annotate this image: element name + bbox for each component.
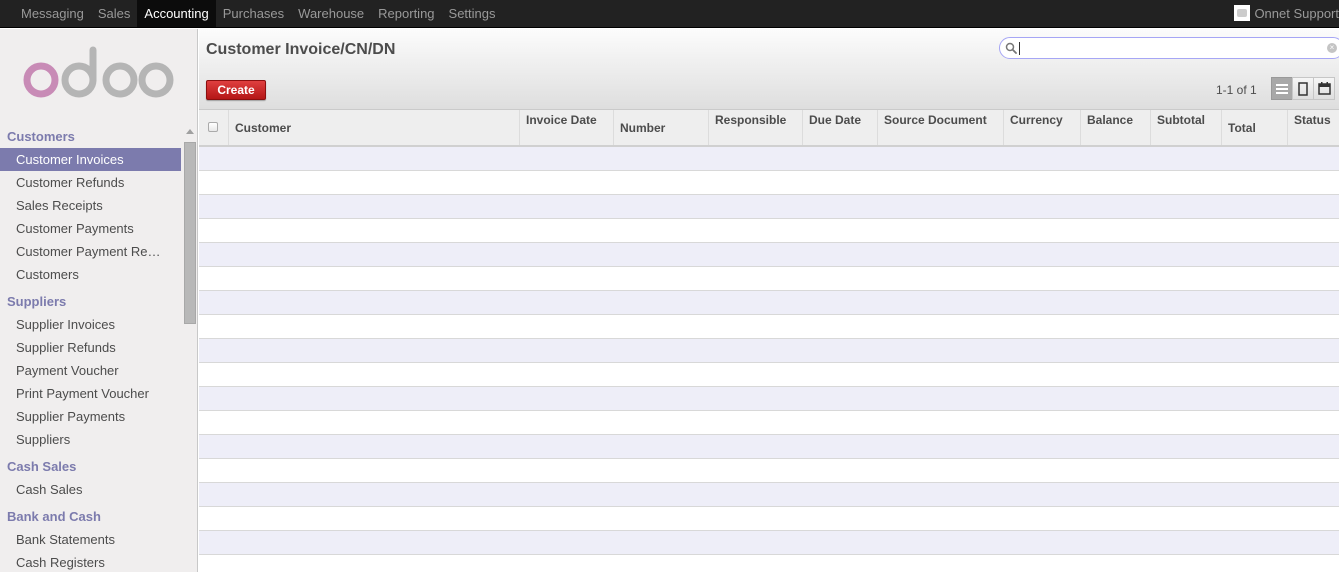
- invoice-list-table: Customer Invoice Date Number Responsible…: [199, 110, 1339, 572]
- text-cursor: [1019, 42, 1020, 55]
- top-menu: Messaging Sales Accounting Purchases War…: [14, 0, 503, 28]
- column-header-total[interactable]: Total: [1221, 110, 1288, 145]
- create-button[interactable]: Create: [206, 80, 266, 100]
- sidebar-item-payment-voucher[interactable]: Payment Voucher: [0, 359, 181, 382]
- sidebar-menu: Customers Customer Invoices Customer Ref…: [0, 125, 181, 572]
- empty-table-row: [199, 171, 1339, 195]
- empty-table-row: [199, 315, 1339, 339]
- sidebar-scrollbar[interactable]: [182, 125, 197, 572]
- calendar-view-button[interactable]: [1313, 77, 1335, 100]
- sidebar-item-customer-payment-requests[interactable]: Customer Payment Re…: [0, 240, 181, 263]
- empty-table-row: [199, 531, 1339, 555]
- user-menu[interactable]: Onnet Support: [1234, 5, 1339, 21]
- empty-table-row: [199, 339, 1339, 363]
- column-header-currency[interactable]: Currency: [1003, 110, 1081, 145]
- empty-table-row: [199, 411, 1339, 435]
- sidebar-item-cash-registers[interactable]: Cash Registers: [0, 551, 181, 572]
- empty-table-row: [199, 387, 1339, 411]
- column-header-status[interactable]: Status: [1287, 110, 1339, 145]
- select-all-cell: [199, 110, 229, 145]
- sidebar-scrollbar-thumb[interactable]: [184, 142, 196, 324]
- sidebar-item-customer-invoices[interactable]: Customer Invoices: [0, 148, 181, 171]
- table-header: Customer Invoice Date Number Responsible…: [199, 110, 1339, 147]
- table-body: [199, 147, 1339, 572]
- calendar-view-icon: [1317, 82, 1331, 95]
- user-name: Onnet Support: [1254, 5, 1339, 21]
- empty-table-row: [199, 267, 1339, 291]
- sidebar-item-sales-receipts[interactable]: Sales Receipts: [0, 194, 181, 217]
- form-view-button[interactable]: [1292, 77, 1314, 100]
- sidebar-section-suppliers: Suppliers: [7, 294, 67, 309]
- column-header-source-document[interactable]: Source Document: [877, 110, 1004, 145]
- empty-table-row: [199, 195, 1339, 219]
- empty-table-row: [199, 459, 1339, 483]
- pager-value[interactable]: 1-1 of 1: [1216, 83, 1257, 97]
- page-title: Customer Invoice/CN/DN: [206, 41, 396, 58]
- top-menu-sales[interactable]: Sales: [91, 0, 138, 27]
- search-icon: [1005, 42, 1017, 54]
- empty-table-row: [199, 435, 1339, 459]
- column-header-subtotal[interactable]: Subtotal: [1150, 110, 1222, 145]
- empty-table-row: [199, 243, 1339, 267]
- search-input[interactable]: ×: [999, 37, 1339, 59]
- sidebar-item-customer-refunds[interactable]: Customer Refunds: [0, 171, 181, 194]
- list-view-button[interactable]: [1271, 77, 1293, 100]
- sidebar-item-cash-sales[interactable]: Cash Sales: [0, 478, 181, 501]
- view-header: Customer Invoice/CN/DN Create × 1-1 of 1: [199, 29, 1339, 110]
- sidebar-item-customer-payments[interactable]: Customer Payments: [0, 217, 181, 240]
- top-menu-warehouse[interactable]: Warehouse: [291, 0, 371, 27]
- sidebar-item-suppliers[interactable]: Suppliers: [0, 428, 181, 451]
- sidebar-item-supplier-refunds[interactable]: Supplier Refunds: [0, 336, 181, 359]
- sidebar-section-cash-sales: Cash Sales: [7, 459, 77, 474]
- sidebar-item-bank-statements[interactable]: Bank Statements: [0, 528, 181, 551]
- view-switcher: [1271, 77, 1335, 100]
- top-menu-accounting[interactable]: Accounting: [137, 0, 216, 27]
- empty-table-row: [199, 291, 1339, 315]
- column-header-number[interactable]: Number: [613, 110, 709, 145]
- sidebar-section-customers: Customers: [7, 129, 75, 144]
- top-menu-settings[interactable]: Settings: [442, 0, 503, 27]
- column-header-invoice-date[interactable]: Invoice Date: [519, 110, 614, 145]
- scroll-up-arrow-icon[interactable]: [186, 129, 194, 134]
- empty-table-row: [199, 363, 1339, 387]
- column-header-customer[interactable]: Customer: [228, 110, 520, 145]
- user-avatar-icon: [1234, 5, 1251, 21]
- column-header-balance[interactable]: Balance: [1080, 110, 1151, 145]
- sidebar-item-supplier-invoices[interactable]: Supplier Invoices: [0, 313, 181, 336]
- list-view-icon: [1276, 83, 1288, 94]
- sidebar-item-supplier-payments[interactable]: Supplier Payments: [0, 405, 181, 428]
- clear-search-icon[interactable]: ×: [1327, 43, 1337, 53]
- sidebar-item-print-payment-voucher[interactable]: Print Payment Voucher: [0, 382, 181, 405]
- column-header-responsible[interactable]: Responsible: [708, 110, 803, 145]
- top-menu-reporting[interactable]: Reporting: [371, 0, 441, 27]
- empty-table-row: [199, 219, 1339, 243]
- empty-table-row: [199, 555, 1339, 572]
- select-all-checkbox[interactable]: [208, 122, 218, 132]
- column-header-due-date[interactable]: Due Date: [802, 110, 878, 145]
- top-menu-purchases[interactable]: Purchases: [216, 0, 291, 27]
- empty-table-row: [199, 507, 1339, 531]
- sidebar: Customers Customer Invoices Customer Ref…: [0, 29, 198, 572]
- empty-table-row: [199, 147, 1339, 171]
- top-navigation-bar: Messaging Sales Accounting Purchases War…: [0, 0, 1339, 28]
- sidebar-section-bank-and-cash: Bank and Cash: [7, 509, 101, 524]
- top-menu-messaging[interactable]: Messaging: [14, 0, 91, 27]
- sidebar-item-customers[interactable]: Customers: [0, 263, 181, 286]
- odoo-logo[interactable]: [22, 46, 177, 101]
- form-view-icon: [1298, 81, 1308, 96]
- empty-table-row: [199, 483, 1339, 507]
